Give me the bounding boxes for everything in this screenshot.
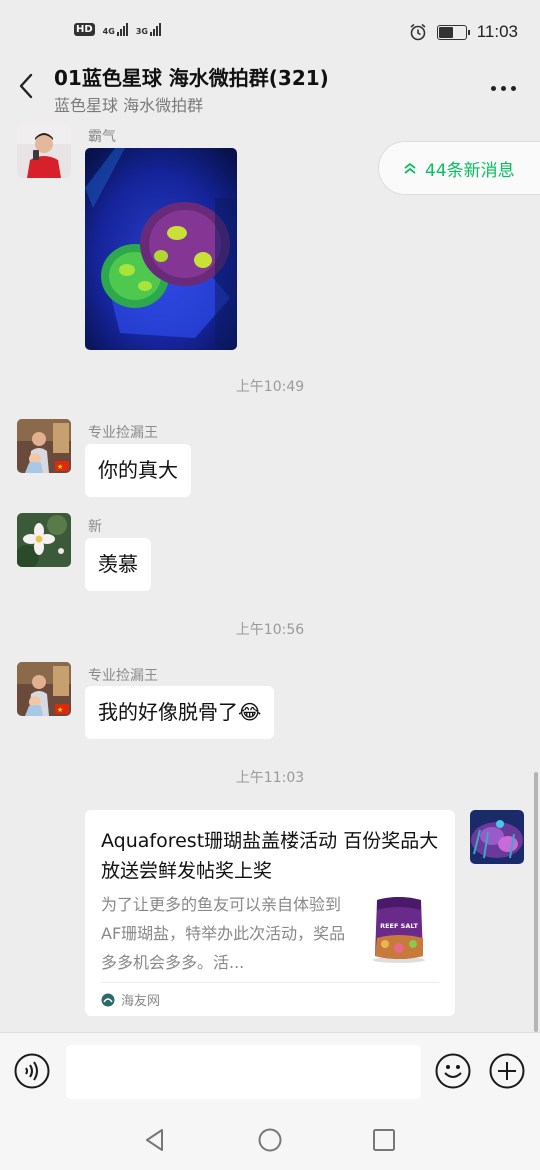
plus-button[interactable] [489,1053,525,1089]
network-indicators: HD 4G 3G [74,23,161,36]
sim2-network-label: 3G [135,27,148,36]
double-chevron-up-icon [404,162,416,174]
battery-level [438,26,453,38]
circle-home-icon [258,1128,282,1152]
message-bubble[interactable]: 羡慕 [85,538,151,591]
emoji-icon [435,1053,471,1089]
timestamp: 上午10:56 [235,622,305,638]
avatar[interactable] [17,513,71,567]
avatar[interactable]: ★ [17,419,71,473]
chevron-left-icon [19,73,33,99]
more-button[interactable] [491,86,516,91]
hd-voice-badge: HD [74,23,95,36]
message-bubble[interactable]: 你的真大 [85,444,191,497]
message-list[interactable]: 霸气 44条新消息 上午10:49 ★ 专业捡漏王 你的真大 新 羡慕 上午10… [0,117,540,1032]
link-card-source: 海友网 [101,990,160,1009]
chat-header: 01蓝色星球 海水微拍群(321) 蓝色星球 海水微拍群 [0,62,540,117]
voice-button[interactable] [14,1053,50,1089]
input-bar [0,1032,540,1110]
more-dots-icon [491,86,496,91]
link-card[interactable]: Aquaforest珊瑚盐盖楼活动 百份奖品大放送尝鲜发帖奖上奖 为了让更多的鱼… [85,810,455,1016]
battery-icon [436,24,470,40]
svg-text:★: ★ [57,706,63,714]
nav-back-button[interactable] [141,1126,169,1154]
emoji-button[interactable] [435,1053,471,1089]
avatar[interactable]: ★ [17,662,71,716]
card-divider [101,982,439,983]
sim1-signal-icon: 4G [103,23,128,36]
sender-name: 专业捡漏王 [88,668,158,684]
status-bar: HD 4G 3G 11:03 [0,0,540,62]
link-card-description: 为了让更多的鱼友可以亲自体验到AF珊瑚盐，特举办此次活动，奖品多多机会多多。活.… [101,895,346,972]
source-logo-icon [101,993,115,1006]
system-nav-bar [0,1110,540,1170]
timestamp: 上午10:49 [235,379,305,395]
link-card-title: Aquaforest珊瑚盐盖楼活动 百份奖品大放送尝鲜发帖奖上奖 [101,830,439,882]
alarm-icon [410,23,426,41]
my-avatar[interactable] [470,810,524,864]
new-messages-label: 44条新消息 [425,160,515,181]
status-right: 11:03 [409,22,518,42]
chat-title: 01蓝色星球 海水微拍群(321) [54,66,329,90]
sender-name: 新 [88,519,102,535]
avatar[interactable] [17,124,71,178]
sender-name: 专业捡漏王 [88,425,158,441]
link-card-source-name: 海友网 [121,994,161,1009]
nav-home-button[interactable] [256,1126,284,1154]
scrollbar[interactable] [534,772,538,1032]
sim1-network-label: 4G [102,27,115,36]
message-input[interactable] [66,1045,421,1099]
thumbnail-label: REEF SALT [380,922,418,930]
back-button[interactable] [14,70,40,102]
new-messages-button[interactable]: 44条新消息 [378,141,540,195]
svg-text:★: ★ [57,463,63,471]
sender-name: 霸气 [88,129,116,145]
sim2-signal-icon: 3G [136,23,161,36]
square-recent-icon [373,1129,395,1151]
triangle-back-icon [146,1129,163,1151]
nav-recent-button[interactable] [370,1126,398,1154]
message-bubble[interactable]: 我的好像脱骨了😂 [85,686,275,739]
link-card-thumbnail: REEF SALT [369,892,429,964]
chat-subtitle: 蓝色星球 海水微拍群 [54,96,204,115]
timestamp: 上午11:03 [235,770,305,786]
clock: 11:03 [476,22,518,41]
coral-photo[interactable] [85,148,237,350]
